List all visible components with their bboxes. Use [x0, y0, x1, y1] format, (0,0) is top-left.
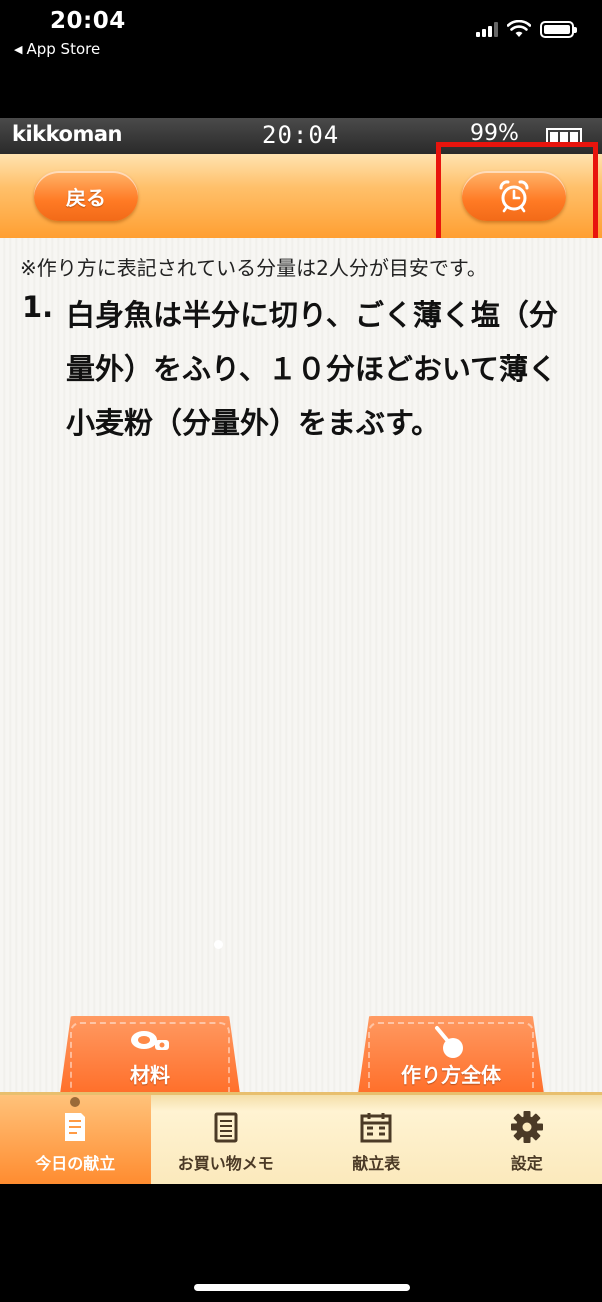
ios-status-bar: 20:04 ◀ App Store: [0, 0, 602, 118]
return-to-app-store-link[interactable]: ◀ App Store: [14, 40, 100, 58]
kikkoman-logo: kikkoman: [12, 122, 122, 146]
active-tab-dot: [70, 1097, 80, 1107]
step-number: 1.: [22, 290, 54, 324]
app-clock: 20:04: [262, 121, 340, 149]
return-app-label: App Store: [26, 40, 101, 58]
gear-icon: [510, 1111, 543, 1143]
back-button[interactable]: 戻る: [34, 171, 138, 221]
back-triangle-icon: ◀: [14, 42, 23, 56]
cellular-signal-icon: [476, 21, 498, 37]
tab-settings-label: 設定: [510, 1154, 543, 1173]
tab-shopping-memo-label: お買い物メモ: [177, 1154, 274, 1173]
tab-menu-calendar-label: 献立表: [352, 1154, 401, 1173]
ios-battery-icon: [540, 20, 577, 38]
calendar-icon: [360, 1113, 392, 1143]
memo-pad-icon: [214, 1112, 238, 1143]
tab-menu-calendar[interactable]: 献立表: [301, 1095, 452, 1184]
highlight-box: [436, 142, 598, 248]
page-indicator-dot: [214, 940, 223, 949]
tab-todays-menu-label: 今日の献立: [35, 1154, 116, 1173]
tab-settings[interactable]: 設定: [452, 1095, 602, 1184]
ios-status-icons: [476, 20, 577, 38]
notebook-icon: [65, 1113, 86, 1141]
wifi-icon: [507, 20, 531, 37]
tab-todays-menu[interactable]: 今日の献立: [0, 1095, 151, 1184]
serving-note: ※作り方に表記されている分量は2人分が目安です。: [20, 256, 487, 280]
ingredients-tab-label: 材料: [130, 1063, 170, 1087]
bottom-tab-bar: 今日の献立 お買い物メモ 献立表 設定: [0, 1092, 602, 1184]
ios-clock: 20:04: [50, 8, 126, 34]
step-instruction: 白身魚は半分に切り、ごく薄く塩（分量外）をふり、１０分ほどおいて薄く小麦粉（分量…: [66, 298, 558, 440]
ingredients-tab[interactable]: 材料: [60, 1016, 240, 1094]
all-steps-tab-label: 作り方全体: [401, 1063, 501, 1087]
home-indicator[interactable]: [194, 1284, 410, 1291]
meat-icon: [131, 1031, 169, 1050]
all-steps-tab[interactable]: 作り方全体: [358, 1016, 544, 1094]
recipe-step-area: ※作り方に表記されている分量は2人分が目安です。 1. 白身魚は半分に切り、ごく…: [0, 238, 602, 1092]
tab-shopping-memo[interactable]: お買い物メモ: [151, 1095, 302, 1184]
frying-pan-icon: [435, 1026, 463, 1058]
